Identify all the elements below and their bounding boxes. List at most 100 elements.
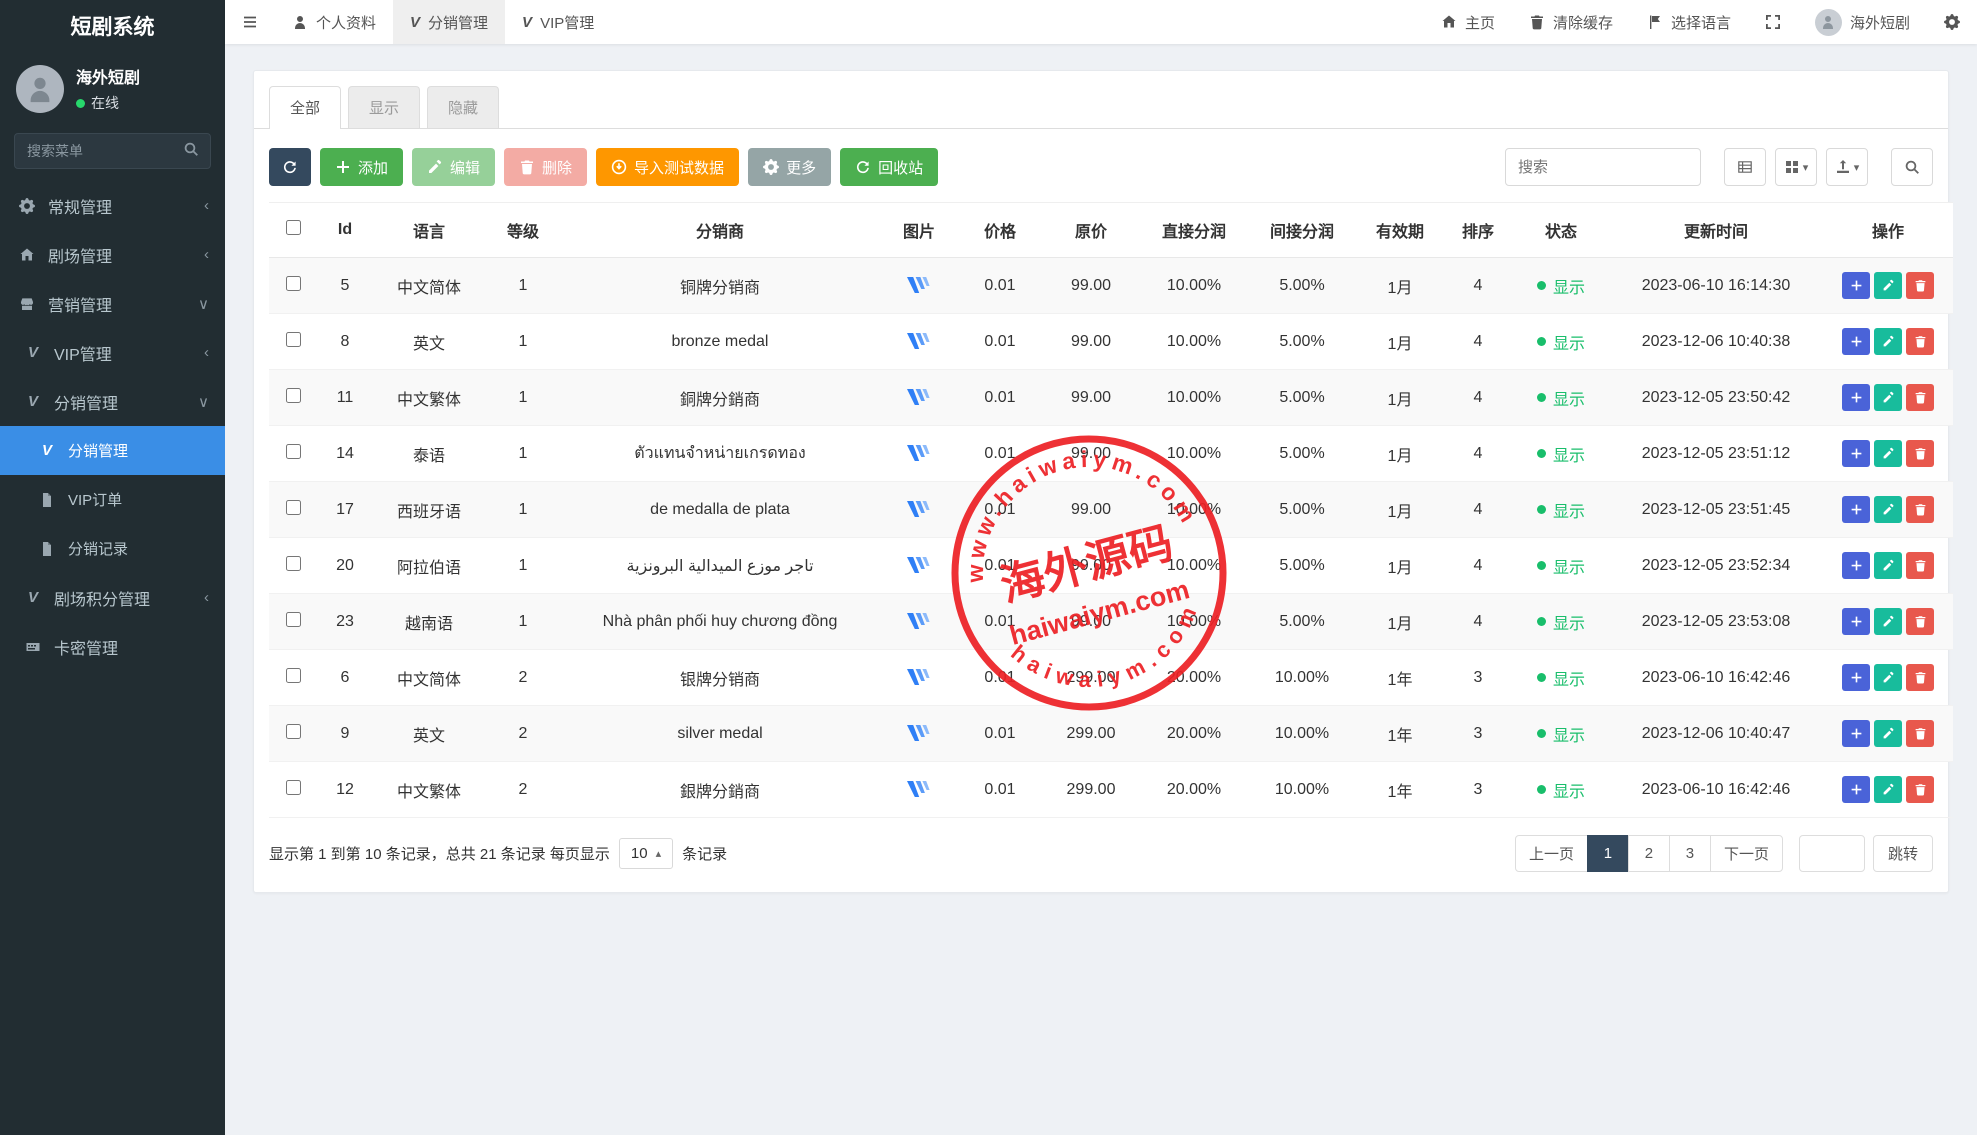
row-checkbox[interactable] — [286, 556, 301, 571]
jump-button[interactable]: 跳转 — [1873, 835, 1933, 872]
refresh-button[interactable] — [269, 148, 311, 186]
row-detail-button[interactable] — [1842, 776, 1870, 803]
tab-all[interactable]: 全部 — [269, 86, 341, 129]
row-delete-button[interactable] — [1906, 440, 1934, 467]
jump-page-input[interactable] — [1799, 835, 1865, 872]
distributor-image-icon[interactable] — [906, 669, 932, 686]
distributor-image-icon[interactable] — [906, 613, 932, 630]
column-header-level: 等级 — [485, 203, 561, 258]
page-button-3[interactable]: 3 — [1669, 835, 1711, 872]
table-search-input[interactable] — [1505, 148, 1701, 186]
columns-button[interactable]: ▾ — [1775, 148, 1817, 186]
row-detail-button[interactable] — [1842, 496, 1870, 523]
row-delete-button[interactable] — [1906, 496, 1934, 523]
distributor-image-icon[interactable] — [906, 333, 932, 350]
row-edit-button[interactable] — [1874, 608, 1902, 635]
tab-profile[interactable]: 个人资料 — [275, 0, 393, 44]
tab-vip[interactable]: V VIP管理 — [505, 0, 611, 44]
clear-cache-button[interactable]: 清除缓存 — [1512, 0, 1630, 44]
cell-indirect-commission: 10.00% — [1247, 762, 1357, 818]
row-delete-button[interactable] — [1906, 272, 1934, 299]
prev-page-button[interactable]: 上一页 — [1515, 835, 1588, 872]
distributor-image-icon[interactable] — [906, 445, 932, 462]
settings-button[interactable] — [1927, 0, 1977, 44]
distributor-image-icon[interactable] — [906, 781, 932, 798]
sidebar-item-vip-orders[interactable]: VIP订单 — [0, 475, 225, 524]
distributor-image-icon[interactable] — [906, 557, 932, 574]
row-detail-button[interactable] — [1842, 384, 1870, 411]
toggle-view-button[interactable] — [1724, 148, 1766, 186]
sidebar-item-theater[interactable]: 剧场管理‹ — [0, 230, 225, 279]
search-toggle-button[interactable] — [1891, 148, 1933, 186]
more-button[interactable]: 更多 — [748, 148, 831, 186]
row-delete-button[interactable] — [1906, 720, 1934, 747]
row-detail-button[interactable] — [1842, 272, 1870, 299]
import-test-data-button[interactable]: 导入测试数据 — [596, 148, 739, 186]
row-checkbox[interactable] — [286, 780, 301, 795]
row-detail-button[interactable] — [1842, 720, 1870, 747]
row-delete-button[interactable] — [1906, 384, 1934, 411]
menu-toggle-button[interactable] — [225, 0, 275, 44]
row-edit-button[interactable] — [1874, 384, 1902, 411]
export-button[interactable]: ▾ — [1826, 148, 1868, 186]
row-detail-button[interactable] — [1842, 440, 1870, 467]
row-edit-button[interactable] — [1874, 664, 1902, 691]
row-edit-button[interactable] — [1874, 272, 1902, 299]
fullscreen-button[interactable] — [1748, 0, 1798, 44]
distributor-image-icon[interactable] — [906, 389, 932, 406]
tab-hidden[interactable]: 隐藏 — [427, 86, 499, 128]
sidebar-search-input[interactable] — [14, 133, 211, 169]
tab-distribution[interactable]: V 分销管理 — [393, 0, 505, 44]
export-icon — [1835, 159, 1851, 175]
delete-button[interactable]: 删除 — [504, 148, 587, 186]
row-checkbox[interactable] — [286, 276, 301, 291]
sidebar-item-general[interactable]: 常规管理‹ — [0, 181, 225, 230]
page-button-1[interactable]: 1 — [1587, 835, 1629, 872]
tab-visible[interactable]: 显示 — [348, 86, 420, 128]
row-edit-button[interactable] — [1874, 552, 1902, 579]
row-delete-button[interactable] — [1906, 664, 1934, 691]
distributor-image-icon[interactable] — [906, 725, 932, 742]
sidebar-item-distribution-records[interactable]: 分销记录 — [0, 524, 225, 573]
row-checkbox[interactable] — [286, 388, 301, 403]
row-edit-button[interactable] — [1874, 720, 1902, 747]
row-edit-button[interactable] — [1874, 328, 1902, 355]
add-button[interactable]: 添加 — [320, 148, 403, 186]
row-delete-button[interactable] — [1906, 328, 1934, 355]
row-detail-button[interactable] — [1842, 608, 1870, 635]
sidebar-item-card-keys[interactable]: 卡密管理 — [0, 622, 225, 671]
home-button[interactable]: 主页 — [1424, 0, 1512, 44]
sidebar-item-marketing[interactable]: 营销管理∨ — [0, 279, 225, 328]
user-menu[interactable]: 海外短剧 — [1798, 0, 1927, 44]
cell-image — [879, 314, 959, 370]
row-checkbox[interactable] — [286, 724, 301, 739]
row-delete-button[interactable] — [1906, 552, 1934, 579]
row-edit-button[interactable] — [1874, 440, 1902, 467]
row-delete-button[interactable] — [1906, 608, 1934, 635]
select-all-checkbox[interactable] — [286, 220, 301, 235]
page-button-2[interactable]: 2 — [1628, 835, 1670, 872]
cell-direct-commission: 10.00% — [1141, 594, 1247, 650]
recycle-bin-button[interactable]: 回收站 — [840, 148, 938, 186]
distributor-image-icon[interactable] — [906, 501, 932, 518]
language-button[interactable]: 选择语言 — [1630, 0, 1748, 44]
row-edit-button[interactable] — [1874, 776, 1902, 803]
row-edit-button[interactable] — [1874, 496, 1902, 523]
row-detail-button[interactable] — [1842, 328, 1870, 355]
row-checkbox[interactable] — [286, 668, 301, 683]
row-checkbox[interactable] — [286, 612, 301, 627]
sidebar-item-theater-points[interactable]: V剧场积分管理‹ — [0, 573, 225, 622]
row-detail-button[interactable] — [1842, 552, 1870, 579]
sidebar-item-vip[interactable]: VVIP管理‹ — [0, 328, 225, 377]
row-checkbox[interactable] — [286, 500, 301, 515]
sidebar-item-distribution-manage[interactable]: V分销管理 — [0, 426, 225, 475]
row-checkbox[interactable] — [286, 444, 301, 459]
distributor-image-icon[interactable] — [906, 277, 932, 294]
next-page-button[interactable]: 下一页 — [1710, 835, 1783, 872]
row-checkbox[interactable] — [286, 332, 301, 347]
page-size-select[interactable]: 10 ▴ — [619, 838, 673, 869]
sidebar-item-distribution[interactable]: V分销管理∨ — [0, 377, 225, 426]
row-detail-button[interactable] — [1842, 664, 1870, 691]
row-delete-button[interactable] — [1906, 776, 1934, 803]
edit-button[interactable]: 编辑 — [412, 148, 495, 186]
